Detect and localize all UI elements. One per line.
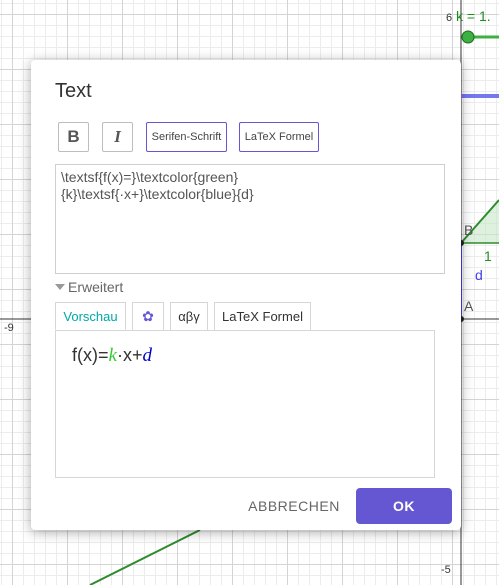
point-b-label: B [464, 222, 474, 238]
point-a-label: A [464, 298, 474, 314]
preview-d: d [142, 345, 152, 366]
bold-button[interactable]: B [58, 122, 89, 152]
tab-objects[interactable]: ✿ [132, 302, 164, 330]
serif-font-toggle[interactable]: Serifen-Schrift [146, 122, 227, 152]
preview-panel: f(x)=k·x+d [55, 330, 435, 478]
x-axis-tick-label: -9 [4, 322, 14, 334]
tab-latex[interactable]: LaTeX Formel [214, 302, 311, 330]
advanced-toggle[interactable]: Erweitert [55, 279, 123, 295]
italic-button[interactable]: I [102, 122, 133, 152]
preview-mid: ·x+ [116, 345, 143, 365]
segment-d-label: d [475, 267, 483, 283]
text-input-line: {k}\textsf{·x+}\textcolor{blue}{d} [61, 186, 254, 202]
function-line-lower [89, 529, 201, 585]
caret-down-icon [55, 284, 65, 290]
dialog-title: Text [55, 80, 92, 102]
ok-button[interactable]: OK [356, 488, 452, 524]
tab-greek[interactable]: αβγ [170, 302, 208, 330]
preview-k: k [108, 345, 117, 366]
advanced-tabs: Vorschau ✿ αβγ LaTeX Formel [55, 302, 317, 330]
preview-prefix: f(x)= [72, 345, 109, 365]
segment-one-label: 1 [484, 248, 492, 264]
latex-formula-toggle[interactable]: LaTeX Formel [239, 122, 319, 152]
slider-label: k = 1. [456, 8, 491, 24]
geogebra-icon: ✿ [142, 308, 154, 324]
text-input-line: \textsf{f(x)=}\textcolor{green} [61, 169, 239, 185]
y-axis-tick-label-bottom: -5 [441, 564, 451, 576]
slider-point[interactable] [461, 30, 475, 44]
advanced-label: Erweitert [68, 279, 124, 295]
text-dialog: Text B I Serifen-Schrift LaTeX Formel \t… [31, 60, 461, 530]
y-axis-tick-label-top: 6 [446, 12, 453, 24]
tab-preview[interactable]: Vorschau [55, 302, 126, 330]
text-input-area[interactable]: \textsf{f(x)=}\textcolor{green} {k}\text… [55, 164, 445, 274]
cancel-button[interactable]: ABBRECHEN [241, 488, 347, 524]
